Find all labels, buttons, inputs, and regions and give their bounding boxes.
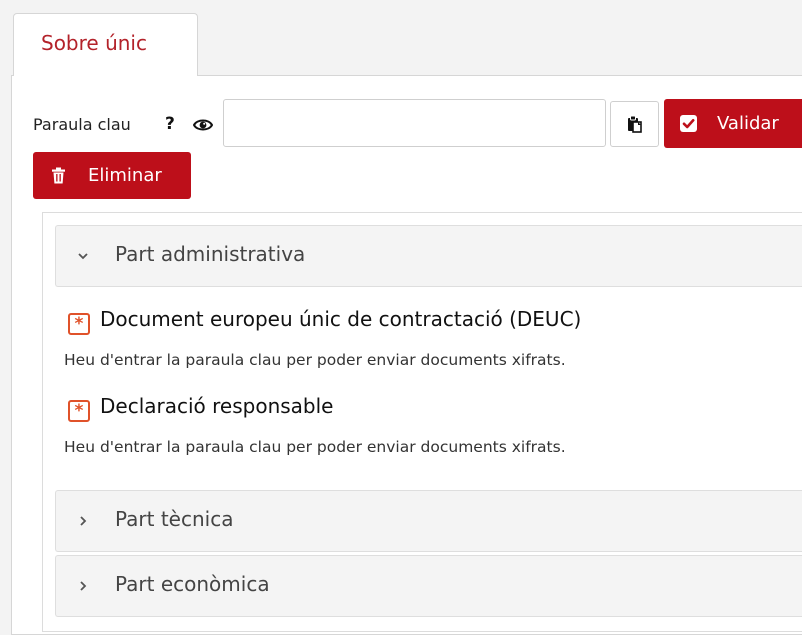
document-title-deuc: * Document europeu únic de contractació (… (68, 307, 581, 335)
validar-button[interactable]: Validar (664, 99, 802, 148)
section-header-tecnica[interactable]: Part tècnica (55, 490, 802, 552)
chevron-down-icon (76, 248, 90, 262)
document-note: Heu d'entrar la paraula clau per poder e… (64, 438, 566, 456)
validar-label: Validar (717, 113, 779, 134)
help-icon[interactable]: ? (165, 114, 175, 134)
chevron-right-icon (76, 513, 90, 527)
paste-button[interactable] (610, 101, 659, 147)
password-input[interactable] (223, 99, 606, 147)
section-title: Part administrativa (115, 242, 306, 266)
asterisk-icon: * (68, 400, 90, 422)
document-note: Heu d'entrar la paraula clau per poder e… (64, 351, 566, 369)
tab-label: Sobre únic (41, 31, 147, 55)
section-title: Part tècnica (115, 507, 234, 531)
password-label: Paraula clau (33, 115, 131, 134)
eye-icon[interactable] (192, 117, 214, 133)
section-title: Part econòmica (115, 572, 270, 596)
asterisk-icon: * (68, 313, 90, 335)
tab-sobre-unic[interactable]: Sobre únic (13, 13, 198, 76)
eliminar-button[interactable]: Eliminar (33, 152, 191, 199)
section-header-administrativa[interactable]: Part administrativa (55, 225, 802, 287)
check-square-icon (680, 115, 697, 132)
clipboard-icon (627, 115, 642, 133)
document-title-declaracio: * Declaració responsable (68, 394, 334, 422)
trash-icon (51, 167, 66, 184)
chevron-right-icon (76, 578, 90, 592)
eliminar-label: Eliminar (88, 165, 162, 186)
section-header-economica[interactable]: Part econòmica (55, 555, 802, 617)
